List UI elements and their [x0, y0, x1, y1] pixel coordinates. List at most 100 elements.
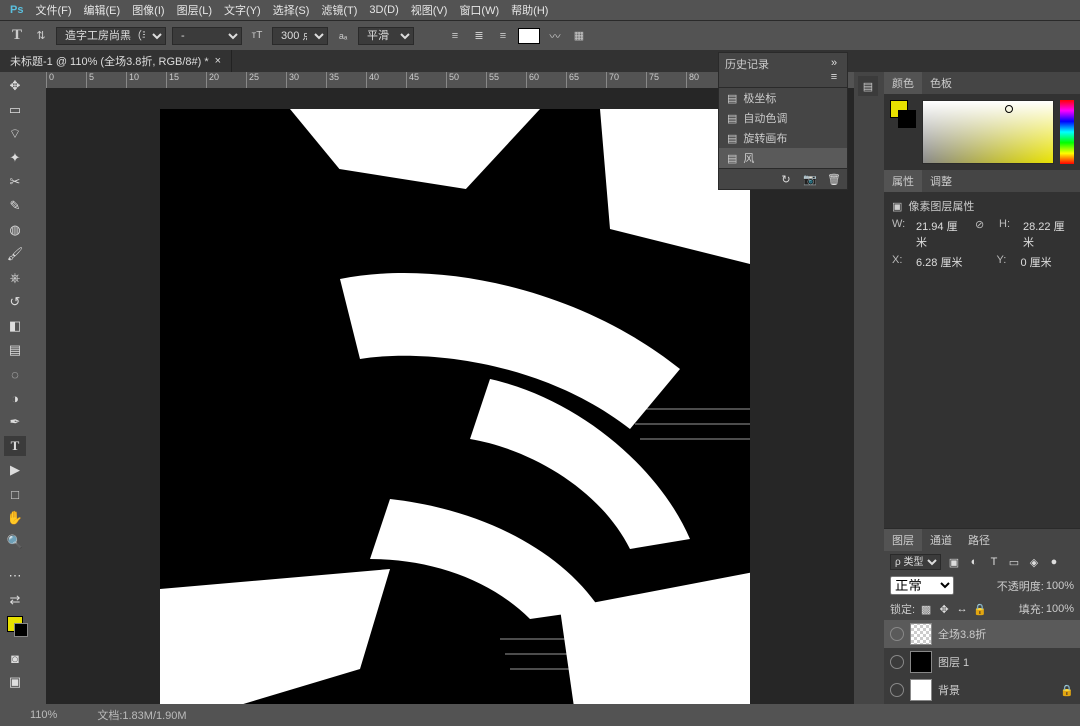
menu-view[interactable]: 视图(V): [405, 0, 454, 21]
history-item[interactable]: ▤风: [719, 148, 847, 168]
tab-color[interactable]: 颜色: [884, 72, 922, 94]
tab-adjustments[interactable]: 调整: [922, 170, 960, 192]
w-value[interactable]: 21.94 厘米: [916, 218, 965, 250]
history-panel[interactable]: 历史记录 »≡ ▤极坐标 ▤自动色调 ▤旋转画布 ▤风 ↻ 📷 🗑: [718, 52, 848, 190]
hand-tool[interactable]: ✋: [4, 508, 26, 528]
trash-icon[interactable]: 🗑: [827, 172, 841, 186]
history-item[interactable]: ▤自动色调: [719, 108, 847, 128]
filter-image-icon[interactable]: ▣: [947, 555, 961, 569]
lasso-tool[interactable]: ⌔: [4, 124, 26, 144]
tab-layers[interactable]: 图层: [884, 529, 922, 551]
menu-file[interactable]: 文件(F): [29, 0, 77, 21]
document-canvas[interactable]: [160, 112, 750, 704]
brush-tool[interactable]: 🖌: [4, 244, 26, 264]
edit-toolbar-icon[interactable]: ⋯: [4, 566, 26, 586]
history-brush-tool[interactable]: ↺: [4, 292, 26, 312]
orientation-icon[interactable]: ⇅: [32, 27, 50, 45]
menu-edit[interactable]: 编辑(E): [78, 0, 127, 21]
lock-pixels-icon[interactable]: ▩: [919, 602, 933, 616]
layer-name[interactable]: 图层 1: [938, 654, 969, 670]
antialias-select[interactable]: 平滑: [358, 27, 414, 45]
warp-text-icon[interactable]: 〰: [546, 27, 564, 45]
layer-row[interactable]: 背景 🔒: [884, 676, 1080, 704]
h-value[interactable]: 28.22 厘米: [1023, 218, 1072, 250]
history-item[interactable]: ▤极坐标: [719, 88, 847, 108]
lock-position-icon[interactable]: ✥: [937, 602, 951, 616]
screenmode-icon[interactable]: ▣: [4, 672, 26, 692]
new-doc-from-state-icon[interactable]: ↻: [779, 172, 793, 186]
marquee-tool[interactable]: ▭: [4, 100, 26, 120]
hue-slider[interactable]: [1060, 100, 1074, 164]
snapshot-icon[interactable]: 📷: [803, 172, 817, 186]
type-tool[interactable]: T: [4, 436, 26, 456]
layer-row[interactable]: 全场3.8折: [884, 620, 1080, 648]
link-icon[interactable]: ⊘: [975, 218, 989, 250]
opacity-value[interactable]: 100%: [1046, 580, 1074, 592]
layer-filter-select[interactable]: ρ 类型: [890, 554, 941, 570]
layer-name[interactable]: 全场3.8折: [938, 626, 986, 642]
char-panel-icon[interactable]: ▦: [570, 27, 588, 45]
menu-image[interactable]: 图像(I): [126, 0, 170, 21]
filter-toggle-icon[interactable]: ●: [1047, 555, 1061, 569]
close-icon[interactable]: ×: [215, 55, 221, 67]
filter-shape-icon[interactable]: ▭: [1007, 555, 1021, 569]
spot-heal-tool[interactable]: ◍: [4, 220, 26, 240]
filter-type-icon[interactable]: T: [987, 555, 1001, 569]
text-color-swatch[interactable]: [518, 28, 540, 44]
document-tab[interactable]: 未标题-1 @ 110% (全场3.8折, RGB/8#) * ×: [0, 50, 232, 72]
layer-row[interactable]: 图层 1: [884, 648, 1080, 676]
filter-adjust-icon[interactable]: ◐: [967, 555, 981, 569]
filter-smart-icon[interactable]: ◈: [1027, 555, 1041, 569]
path-select-tool[interactable]: ▶: [4, 460, 26, 480]
wand-tool[interactable]: ✦: [4, 148, 26, 168]
shape-tool[interactable]: □: [4, 484, 26, 504]
menu-help[interactable]: 帮助(H): [505, 0, 554, 21]
crop-tool[interactable]: ✂: [4, 172, 26, 192]
color-field[interactable]: [922, 100, 1054, 164]
background-swatch[interactable]: [898, 110, 916, 128]
visibility-icon[interactable]: [890, 655, 904, 669]
font-size-select[interactable]: 300 点: [272, 27, 328, 45]
tab-channels[interactable]: 通道: [922, 529, 960, 551]
collapse-icon[interactable]: »: [827, 56, 841, 70]
blur-tool[interactable]: ◌: [4, 364, 26, 384]
move-tool[interactable]: ✥: [4, 76, 26, 96]
menu-3d[interactable]: 3D(D): [363, 1, 404, 19]
align-left-icon[interactable]: ≡: [446, 27, 464, 45]
zoom-tool[interactable]: 🔍: [4, 532, 26, 552]
font-family-select[interactable]: 造字工房尚黑（非...: [56, 27, 166, 45]
menu-layer[interactable]: 图层(L): [171, 0, 218, 21]
menu-window[interactable]: 窗口(W): [453, 0, 505, 21]
tab-properties[interactable]: 属性: [884, 170, 922, 192]
y-value[interactable]: 0 厘米: [1020, 254, 1051, 270]
workspace-icon[interactable]: ▤: [858, 76, 878, 96]
dodge-tool[interactable]: ◑: [4, 388, 26, 408]
menu-filter[interactable]: 滤镜(T): [315, 0, 363, 21]
menu-select[interactable]: 选择(S): [267, 0, 316, 21]
blend-mode-select[interactable]: 正常: [890, 576, 954, 595]
stamp-tool[interactable]: ⎈: [4, 268, 26, 288]
menu-type[interactable]: 文字(Y): [218, 0, 267, 21]
align-right-icon[interactable]: ≡: [494, 27, 512, 45]
lock-all-icon[interactable]: 🔒: [973, 602, 987, 616]
layer-thumb[interactable]: [910, 679, 932, 701]
zoom-readout[interactable]: 110%: [30, 709, 57, 721]
gradient-tool[interactable]: ▤: [4, 340, 26, 360]
layer-name[interactable]: 背景: [938, 682, 960, 698]
doc-info[interactable]: 文档:1.83M/1.90M: [97, 707, 186, 723]
fg-bg-colors[interactable]: [4, 614, 26, 634]
pen-tool[interactable]: ✒: [4, 412, 26, 432]
quickmask-icon[interactable]: ◙: [4, 648, 26, 668]
fill-value[interactable]: 100%: [1046, 603, 1074, 615]
align-center-icon[interactable]: ≣: [470, 27, 488, 45]
x-value[interactable]: 6.28 厘米: [916, 254, 962, 270]
layer-thumb[interactable]: [910, 651, 932, 673]
lock-artboard-icon[interactable]: ↔: [955, 602, 969, 616]
layer-thumb[interactable]: [910, 623, 932, 645]
font-style-select[interactable]: -: [172, 27, 242, 45]
swap-colors-icon[interactable]: ⇄: [4, 590, 26, 610]
history-item[interactable]: ▤旋转画布: [719, 128, 847, 148]
visibility-icon[interactable]: [890, 627, 904, 641]
panel-menu-icon[interactable]: ≡: [827, 70, 841, 84]
tab-swatches[interactable]: 色板: [922, 72, 960, 94]
